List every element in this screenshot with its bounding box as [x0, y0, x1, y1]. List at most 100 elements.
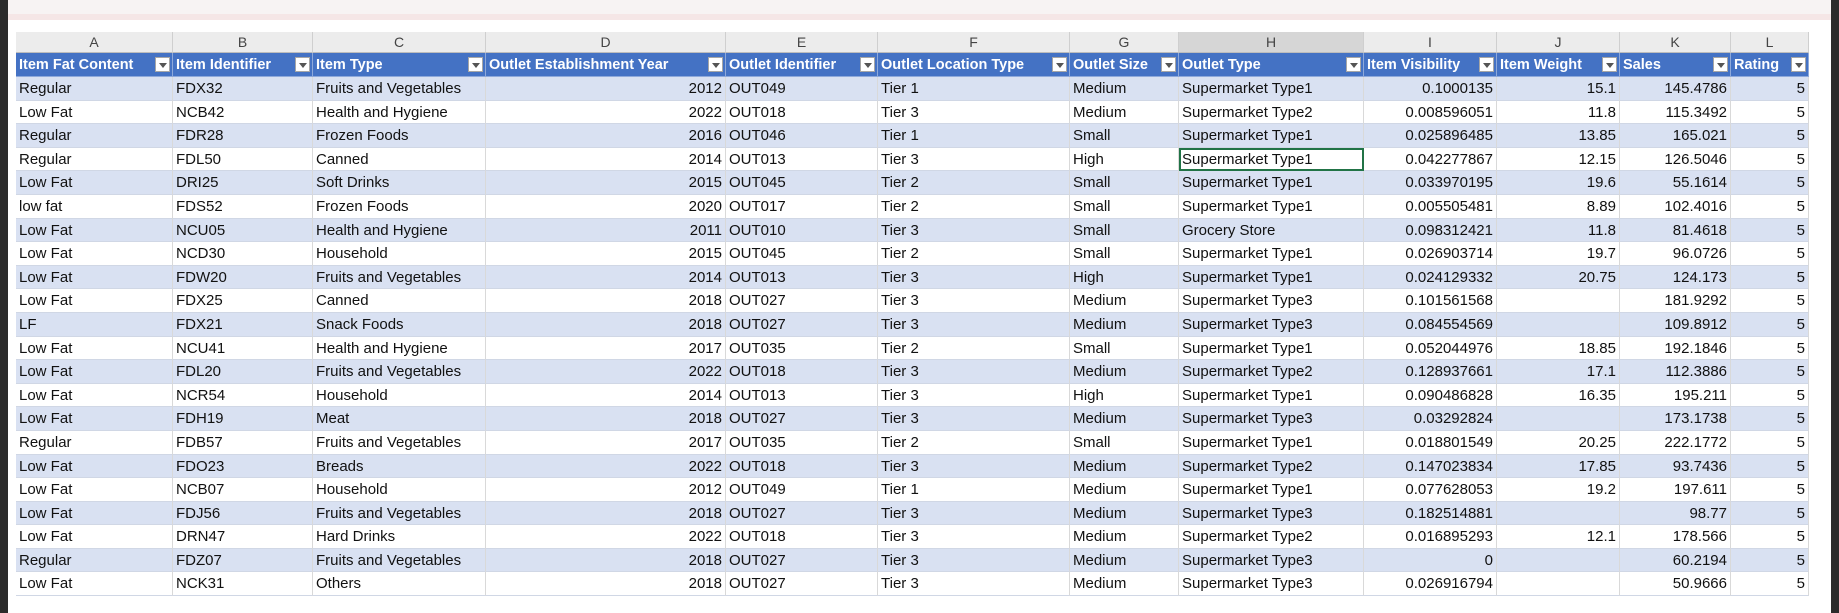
header-cell[interactable]: Item Visibility: [1364, 53, 1497, 77]
table-cell[interactable]: 2017: [486, 430, 726, 455]
table-cell[interactable]: 5: [1731, 194, 1809, 219]
table-cell[interactable]: Breads: [313, 454, 486, 479]
table-cell[interactable]: 0.077628053: [1364, 478, 1497, 502]
table-cell[interactable]: Supermarket Type1: [1179, 383, 1364, 408]
filter-dropdown-icon[interactable]: [468, 57, 483, 72]
table-cell[interactable]: Medium: [1070, 312, 1179, 337]
filter-dropdown-icon[interactable]: [1791, 57, 1806, 72]
table-cell[interactable]: NCR54: [173, 383, 313, 408]
table-cell[interactable]: 60.2194: [1620, 548, 1731, 573]
table-cell[interactable]: Tier 3: [878, 525, 1070, 549]
table-cell[interactable]: Small: [1070, 124, 1179, 148]
filter-dropdown-icon[interactable]: [1161, 57, 1176, 72]
table-cell[interactable]: Soft Drinks: [313, 171, 486, 195]
table-cell[interactable]: 2022: [486, 360, 726, 384]
column-letter-g[interactable]: G: [1070, 32, 1179, 53]
table-cell[interactable]: OUT049: [726, 478, 878, 502]
table-cell[interactable]: 11.8: [1497, 218, 1620, 243]
table-cell[interactable]: 2022: [486, 525, 726, 549]
column-letter-j[interactable]: J: [1497, 32, 1620, 53]
table-cell[interactable]: 5: [1731, 407, 1809, 431]
table-cell[interactable]: 20.75: [1497, 265, 1620, 290]
table-cell[interactable]: Supermarket Type1: [1179, 336, 1364, 361]
table-cell[interactable]: Tier 1: [878, 124, 1070, 148]
table-cell[interactable]: Tier 2: [878, 242, 1070, 266]
table-cell[interactable]: Small: [1070, 171, 1179, 195]
table-cell[interactable]: Low Fat: [16, 289, 173, 313]
table-cell[interactable]: 0.008596051: [1364, 100, 1497, 125]
table-cell[interactable]: 0.182514881: [1364, 501, 1497, 526]
column-letter-f[interactable]: F: [878, 32, 1070, 53]
table-cell[interactable]: Canned: [313, 289, 486, 313]
table-cell[interactable]: Meat: [313, 407, 486, 431]
table-cell[interactable]: 5: [1731, 454, 1809, 479]
table-cell[interactable]: 2014: [486, 383, 726, 408]
table-cell[interactable]: Fruits and Vegetables: [313, 360, 486, 384]
filter-dropdown-icon[interactable]: [1479, 57, 1494, 72]
table-cell[interactable]: OUT027: [726, 312, 878, 337]
table-cell[interactable]: Low Fat: [16, 336, 173, 361]
table-cell[interactable]: Supermarket Type3: [1179, 548, 1364, 573]
column-letter-i[interactable]: I: [1364, 32, 1497, 53]
table-cell[interactable]: NCU41: [173, 336, 313, 361]
table-cell[interactable]: 2018: [486, 407, 726, 431]
table-cell[interactable]: OUT035: [726, 336, 878, 361]
table-cell[interactable]: Others: [313, 572, 486, 597]
table-cell[interactable]: Supermarket Type3: [1179, 407, 1364, 431]
table-cell[interactable]: 2020: [486, 194, 726, 219]
table-cell[interactable]: Health and Hygiene: [313, 100, 486, 125]
table-cell[interactable]: 178.566: [1620, 525, 1731, 549]
table-cell[interactable]: Tier 3: [878, 407, 1070, 431]
table-cell[interactable]: Fruits and Vegetables: [313, 77, 486, 101]
table-cell[interactable]: OUT010: [726, 218, 878, 243]
table-cell[interactable]: DRN47: [173, 525, 313, 549]
table-cell[interactable]: 222.1772: [1620, 430, 1731, 455]
column-letter-e[interactable]: E: [726, 32, 878, 53]
table-cell[interactable]: 50.9666: [1620, 572, 1731, 597]
table-cell[interactable]: 165.021: [1620, 124, 1731, 148]
filter-dropdown-icon[interactable]: [860, 57, 875, 72]
table-cell[interactable]: OUT018: [726, 100, 878, 125]
table-cell[interactable]: Medium: [1070, 100, 1179, 125]
table-cell[interactable]: Regular: [16, 548, 173, 573]
table-cell[interactable]: 0.1000135: [1364, 77, 1497, 101]
table-cell[interactable]: Supermarket Type3: [1179, 312, 1364, 337]
table-cell[interactable]: DRI25: [173, 171, 313, 195]
table-cell[interactable]: 0.128937661: [1364, 360, 1497, 384]
table-cell[interactable]: Supermarket Type1: [1179, 430, 1364, 455]
table-cell[interactable]: Supermarket Type2: [1179, 454, 1364, 479]
table-cell[interactable]: 5: [1731, 147, 1809, 172]
table-cell[interactable]: 2011: [486, 218, 726, 243]
table-cell[interactable]: Supermarket Type2: [1179, 360, 1364, 384]
table-cell[interactable]: 2016: [486, 124, 726, 148]
header-cell[interactable]: Outlet Type: [1179, 53, 1364, 77]
table-cell[interactable]: Low Fat: [16, 478, 173, 502]
table-cell[interactable]: FDB57: [173, 430, 313, 455]
table-cell[interactable]: Small: [1070, 194, 1179, 219]
table-cell[interactable]: low fat: [16, 194, 173, 219]
table-cell[interactable]: 5: [1731, 77, 1809, 101]
table-cell[interactable]: 0.016895293: [1364, 525, 1497, 549]
table-cell[interactable]: Health and Hygiene: [313, 218, 486, 243]
table-cell[interactable]: 2018: [486, 289, 726, 313]
table-cell[interactable]: OUT027: [726, 572, 878, 597]
table-cell[interactable]: 0.026903714: [1364, 242, 1497, 266]
table-cell[interactable]: 126.5046: [1620, 147, 1731, 172]
column-letter-a[interactable]: A: [16, 32, 173, 53]
filter-dropdown-icon[interactable]: [1052, 57, 1067, 72]
table-cell[interactable]: 2012: [486, 77, 726, 101]
table-cell[interactable]: Tier 3: [878, 454, 1070, 479]
table-cell[interactable]: Small: [1070, 336, 1179, 361]
table-cell[interactable]: Low Fat: [16, 525, 173, 549]
table-cell[interactable]: Medium: [1070, 360, 1179, 384]
table-cell[interactable]: [1497, 312, 1620, 337]
table-cell[interactable]: Small: [1070, 242, 1179, 266]
table-cell[interactable]: Tier 2: [878, 336, 1070, 361]
table-cell[interactable]: Low Fat: [16, 572, 173, 597]
table-cell[interactable]: Low Fat: [16, 501, 173, 526]
table-cell[interactable]: Small: [1070, 218, 1179, 243]
table-cell[interactable]: 5: [1731, 218, 1809, 243]
table-cell[interactable]: 2015: [486, 171, 726, 195]
table-cell[interactable]: Household: [313, 383, 486, 408]
table-cell[interactable]: Low Fat: [16, 265, 173, 290]
